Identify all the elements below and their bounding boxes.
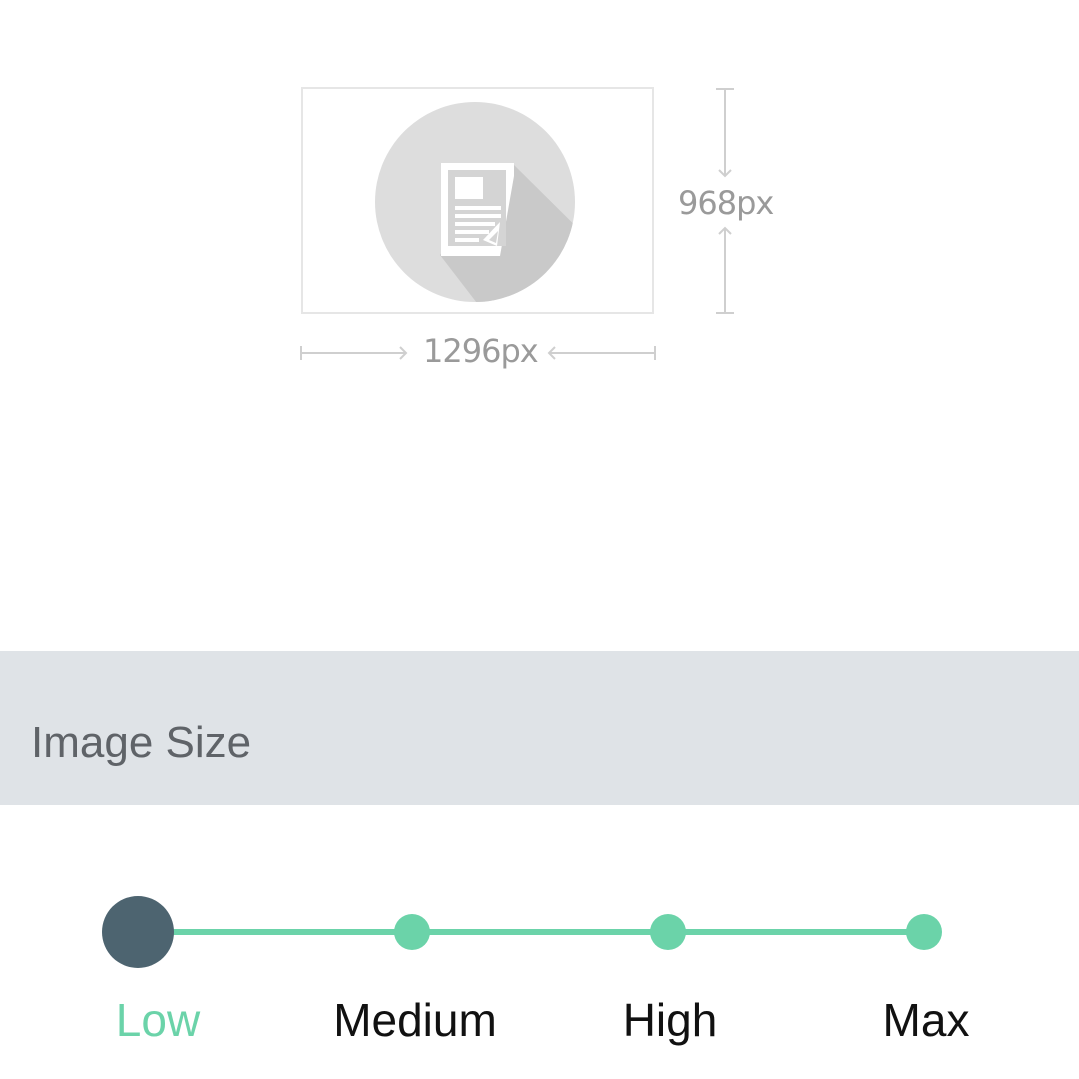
slider-label-low[interactable]: Low — [58, 993, 258, 1047]
section-title: Image Size — [31, 718, 252, 767]
height-label: 968px — [678, 184, 774, 222]
slider-thumb[interactable] — [102, 896, 174, 968]
slider-label-high[interactable]: High — [570, 993, 770, 1047]
image-size-settings: 968px 1296px Image Size Low Medium High … — [0, 0, 1079, 1079]
slider-track[interactable] — [138, 929, 924, 935]
width-label: 1296px — [423, 332, 539, 370]
preview-graphics — [300, 88, 734, 360]
slider-label-max[interactable]: Max — [826, 993, 1026, 1047]
document-image-icon — [375, 102, 575, 302]
slider-label-medium[interactable]: Medium — [315, 993, 515, 1047]
slider-stop-high[interactable] — [650, 914, 686, 950]
slider-stop-max[interactable] — [906, 914, 942, 950]
slider-stop-medium[interactable] — [394, 914, 430, 950]
